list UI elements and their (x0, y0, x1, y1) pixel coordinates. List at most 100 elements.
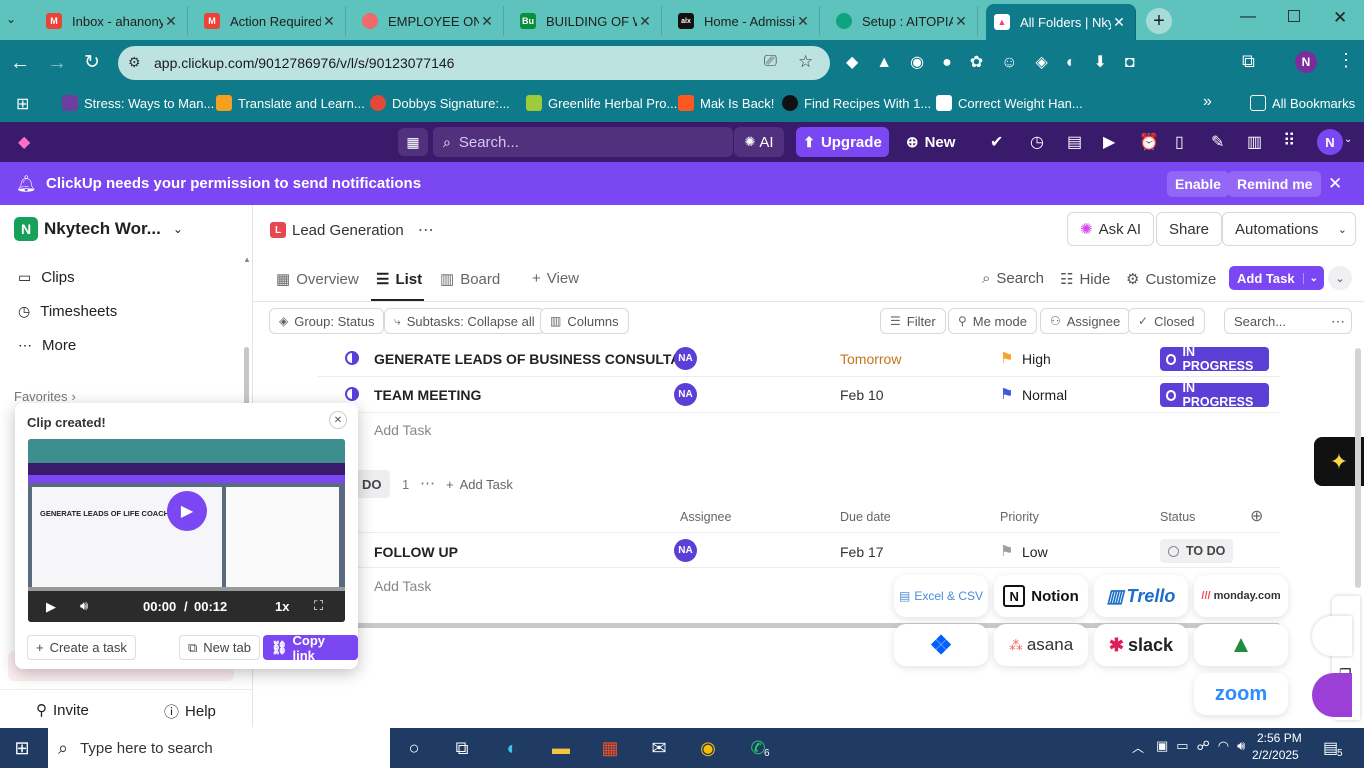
assignee-avatar[interactable]: NA (674, 383, 697, 406)
remind-me-button[interactable]: Remind me (1228, 171, 1322, 197)
bookmark-item[interactable]: Correct Weight Han... (936, 95, 1083, 111)
file-explorer-icon[interactable]: ▬ (549, 736, 573, 760)
dashboard-icon[interactable]: ▥ (1247, 132, 1262, 152)
new-button[interactable]: ⊕ New (906, 127, 955, 157)
chevron-down-icon[interactable]: ⌄ (1344, 134, 1352, 145)
add-task-row[interactable]: Add Task (374, 578, 431, 594)
task-name[interactable]: TEAM MEETING (374, 387, 481, 403)
priority-label[interactable]: Normal (1022, 387, 1067, 403)
close-tab-icon[interactable]: ✕ (1111, 14, 1127, 31)
integration-slack[interactable]: ✱ slack (1094, 624, 1188, 666)
priority-flag-icon[interactable]: ⚑ (1000, 349, 1013, 367)
clock-time[interactable]: 2:56 PM (1257, 731, 1302, 745)
browser-tab-active[interactable]: ▲ All Folders | Nky ✕ (986, 4, 1136, 40)
browser-tab[interactable]: EMPLOYEE ONB ✕ (354, 6, 504, 36)
browser-tab[interactable]: M Inbox - ahanony ✕ (38, 6, 188, 36)
me-mode-chip[interactable]: ⚲ Me mode (948, 308, 1037, 334)
task-view-icon[interactable]: ⧉ (450, 736, 474, 760)
notification-center-icon[interactable]: ▤ (1323, 738, 1338, 758)
integration-excel-csv[interactable]: ▤ Excel & CSV (894, 575, 988, 617)
close-tab-icon[interactable]: ✕ (637, 13, 653, 30)
subtasks-chip[interactable]: ⤷ Subtasks: Collapse all (384, 308, 545, 334)
add-task-row[interactable]: Add Task (374, 422, 431, 438)
assignee-chip[interactable]: ⚇ Assignee (1040, 308, 1131, 334)
list-name[interactable]: Lead Generation (292, 222, 404, 239)
more-options-icon[interactable]: ⋯ (418, 220, 434, 240)
close-icon[interactable]: ✕ (1328, 174, 1342, 194)
install-app-icon[interactable]: ⎚ (764, 53, 777, 71)
status-badge[interactable]: TO DO (1160, 539, 1234, 563)
integration-google-drive[interactable]: ▲ (1194, 624, 1288, 666)
tab-list[interactable]: ☰ List (376, 270, 422, 289)
main-scrollbar[interactable] (1355, 348, 1361, 588)
sidebar-item-clips[interactable]: ▭ Clips (18, 269, 75, 286)
clickup-logo-icon[interactable]: ◆ (18, 132, 30, 152)
window-close-icon[interactable]: ✕ (1333, 8, 1347, 28)
status-circle-icon[interactable] (345, 387, 359, 401)
play-icon[interactable]: ▶ (46, 599, 56, 615)
fullscreen-icon[interactable]: ⛶ (314, 598, 323, 614)
chevron-down-icon[interactable]: ⌄ (1302, 272, 1324, 284)
table-row[interactable]: TEAM MEETING NA Feb 10 ⚑ Normal IN PROGR… (318, 377, 1280, 413)
sidebar-scroll-up-icon[interactable]: ▲ (243, 255, 251, 264)
close-tab-icon[interactable]: ✕ (321, 13, 337, 30)
volume-icon[interactable]: 🔊︎ (80, 598, 88, 614)
group-more-icon[interactable]: ⋯ (420, 474, 435, 492)
maximize-icon[interactable] (1288, 10, 1300, 22)
table-row[interactable]: FOLLOW UP NA Feb 17 ⚑ Low TO DO (318, 532, 1280, 568)
integration-asana[interactable]: ⁂ asana (994, 624, 1088, 666)
task-name[interactable]: FOLLOW UP (374, 544, 458, 560)
due-date[interactable]: Feb 17 (840, 544, 884, 560)
integration-notion[interactable]: N Notion (994, 575, 1088, 617)
address-bar[interactable]: ⚙ app.clickup.com/9012786976/v/l/s/90123… (118, 46, 830, 80)
ai-button[interactable]: ✺ AI (734, 127, 784, 157)
chrome-menu-icon[interactable]: ⋮ (1337, 50, 1355, 71)
status-badge[interactable]: IN PROGRESS (1160, 381, 1269, 409)
view-search-button[interactable]: ⌕ Search (982, 270, 1044, 287)
tab-board[interactable]: ▥ Board (440, 270, 500, 289)
timer-icon[interactable]: ◷ (1030, 132, 1044, 152)
play-button[interactable]: ▶ (167, 491, 207, 531)
bookmark-item[interactable]: Find Recipes With 1... (782, 95, 931, 111)
chat-bubble-button[interactable] (1312, 673, 1352, 717)
site-info-icon[interactable]: ⚙ (128, 54, 141, 71)
global-search[interactable]: ⌕ Search... (433, 127, 733, 157)
user-avatar[interactable]: N (1317, 129, 1343, 155)
copy-link-button[interactable]: ⛓ Copy link (263, 633, 358, 663)
edge-icon[interactable]: ◐ (500, 736, 524, 760)
help-button[interactable]: ⓘ Help (164, 701, 216, 722)
column-header-due-date[interactable]: Due date (840, 510, 891, 524)
reload-icon[interactable]: ↻ (84, 51, 100, 74)
priority-flag-icon[interactable]: ⚑ (1000, 542, 1013, 560)
hide-button[interactable]: ☷ Hide (1060, 270, 1110, 289)
integration-dropbox[interactable]: ❖ (894, 624, 988, 666)
chrome-icon[interactable]: ◉ (696, 736, 720, 760)
playback-speed[interactable]: 1x (275, 599, 289, 614)
apps-grid-icon[interactable]: ⠿ (1283, 131, 1295, 151)
clip-video-preview[interactable]: GENERATE LEADS OF LIFE COACHES IN US ▶ ▶… (28, 439, 345, 622)
bookmark-item[interactable]: Dobbys Signature:... (370, 95, 510, 111)
group-add-task-button[interactable]: + Add Task (446, 477, 513, 492)
status-circle-icon[interactable] (345, 351, 359, 365)
integration-trello[interactable]: ▥ Trello (1094, 575, 1188, 617)
sidebar-item-timesheets[interactable]: ◷ Timesheets (18, 303, 117, 320)
minimize-icon[interactable]: — (1240, 8, 1256, 26)
close-tab-icon[interactable]: ✕ (953, 13, 969, 30)
clock-date[interactable]: 2/2/2025 (1252, 748, 1299, 762)
upgrade-button[interactable]: ⬆ Upgrade (796, 127, 889, 157)
browser-tab[interactable]: alx Home - Admissi ✕ (670, 6, 820, 36)
closed-chip[interactable]: ✓ Closed (1128, 308, 1205, 334)
column-header-priority[interactable]: Priority (1000, 510, 1039, 524)
customize-button[interactable]: ⚙ Customize (1126, 270, 1216, 289)
tab-search-icon[interactable]: ⌄ (6, 12, 16, 26)
check-circle-icon[interactable]: ✔ (990, 132, 1003, 152)
priority-flag-icon[interactable]: ⚑ (1000, 385, 1013, 403)
assignee-avatar[interactable]: NA (674, 347, 697, 370)
close-tab-icon[interactable]: ✕ (163, 13, 179, 30)
bookmark-item[interactable]: Mak Is Back! (678, 95, 774, 111)
back-icon[interactable]: ← (10, 52, 30, 75)
list-search-input[interactable]: Search... ⋯ (1224, 308, 1352, 334)
due-date[interactable]: Feb 10 (840, 387, 884, 403)
apps-grid-icon[interactable]: ⊞ (16, 94, 29, 114)
cortana-icon[interactable]: ○ (402, 736, 426, 760)
